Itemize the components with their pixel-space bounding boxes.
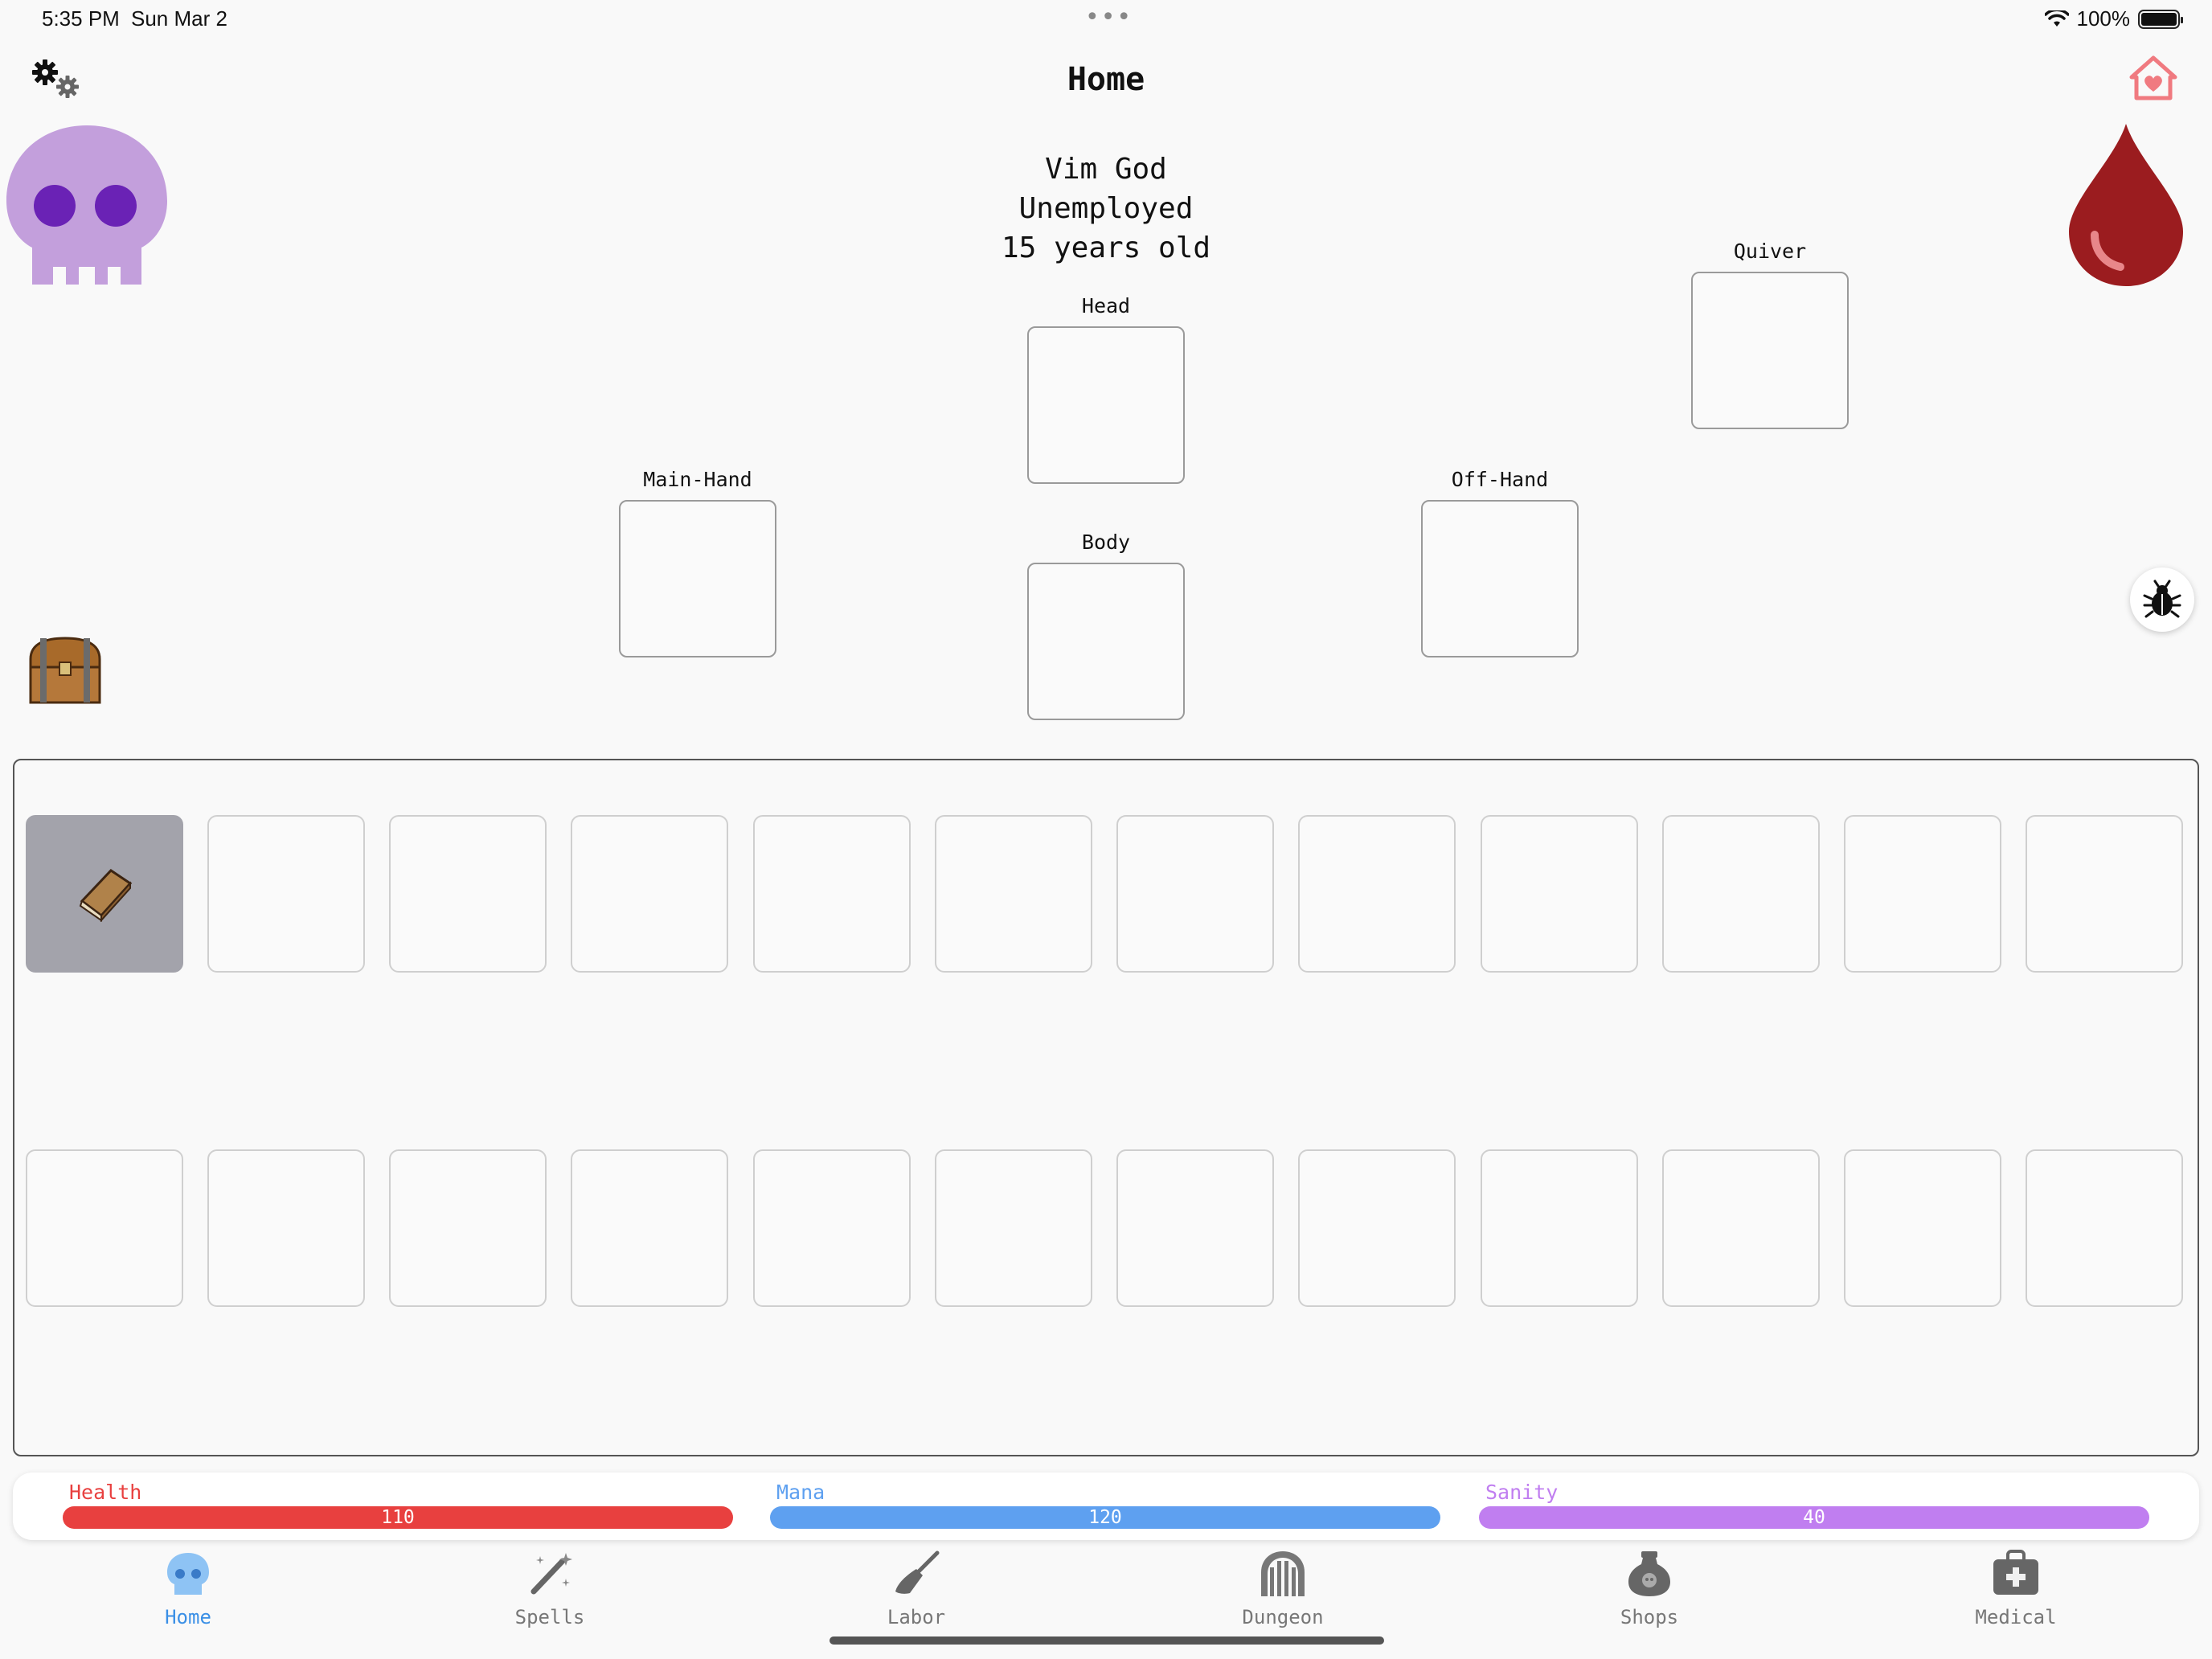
- inventory-slot[interactable]: [753, 1149, 911, 1307]
- inventory-slot[interactable]: [26, 815, 183, 973]
- house-heart-icon[interactable]: [2128, 55, 2178, 101]
- inventory-slot[interactable]: [389, 1149, 547, 1307]
- wifi-icon: [2044, 10, 2069, 27]
- tab-label: Shops: [1620, 1606, 1679, 1628]
- inventory-slot[interactable]: [2026, 1149, 2183, 1307]
- inventory-slot[interactable]: [1662, 815, 1820, 973]
- tab-spells[interactable]: Spells: [429, 1550, 670, 1628]
- player-job: Unemployed: [1018, 192, 1194, 225]
- quiver-slot[interactable]: [1691, 272, 1849, 429]
- inventory-slot[interactable]: [1298, 1149, 1456, 1307]
- tab-label: Dungeon: [1242, 1606, 1324, 1628]
- sanity-label: Sanity: [1485, 1481, 1559, 1504]
- inventory-slot[interactable]: [935, 815, 1092, 973]
- head-slot[interactable]: [1027, 326, 1185, 484]
- inventory-slot[interactable]: [571, 815, 728, 973]
- main-hand-slot-label: Main-Hand: [643, 468, 752, 491]
- tab-medical[interactable]: Medical: [1895, 1550, 2136, 1628]
- inventory-slot[interactable]: [1298, 815, 1456, 973]
- home-indicator[interactable]: [830, 1636, 1384, 1645]
- wand-icon: [530, 1553, 572, 1595]
- inventory-slot[interactable]: [935, 1149, 1092, 1307]
- quiver-slot-label: Quiver: [1733, 240, 1807, 263]
- off-hand-slot-label: Off-Hand: [1451, 468, 1549, 491]
- multitask-dots-icon[interactable]: •••: [1085, 3, 1133, 31]
- body-slot[interactable]: [1027, 563, 1185, 720]
- mana-bar: 120: [770, 1506, 1440, 1529]
- mana-label: Mana: [776, 1481, 825, 1504]
- body-slot-label: Body: [1081, 530, 1131, 554]
- inventory-slot[interactable]: [26, 1149, 183, 1307]
- tab-label: Spells: [514, 1606, 585, 1628]
- debug-button[interactable]: [2130, 567, 2194, 632]
- tab-labor[interactable]: Labor: [796, 1550, 1037, 1628]
- tab-shops[interactable]: Shops: [1529, 1550, 1770, 1628]
- player-name: Vim God: [1045, 153, 1167, 186]
- skull-icon: [167, 1553, 209, 1595]
- inventory-slot[interactable]: [571, 1149, 728, 1307]
- tab-home[interactable]: Home: [68, 1550, 309, 1628]
- player-age: 15 years old: [1001, 231, 1211, 264]
- main-hand-slot[interactable]: [619, 500, 776, 657]
- tab-label: Home: [165, 1606, 211, 1628]
- inventory-slot[interactable]: [1662, 1149, 1820, 1307]
- inventory-slot[interactable]: [1481, 815, 1638, 973]
- inventory-slot[interactable]: [1481, 1149, 1638, 1307]
- status-time: 5:35 PM: [42, 6, 120, 31]
- inventory-slot[interactable]: [2026, 815, 2183, 973]
- inventory-slot[interactable]: [1844, 815, 2001, 973]
- inventory-slot[interactable]: [753, 815, 911, 973]
- treasure-chest-icon[interactable]: [27, 635, 103, 706]
- inventory-slot[interactable]: [1116, 815, 1274, 973]
- broom-icon: [895, 1550, 940, 1594]
- tab-label: Labor: [887, 1606, 946, 1628]
- sanity-bar: 40: [1479, 1506, 2149, 1529]
- off-hand-slot[interactable]: [1421, 500, 1579, 657]
- inventory-slot[interactable]: [1116, 1149, 1274, 1307]
- health-bar: 110: [63, 1506, 733, 1529]
- inventory-slot[interactable]: [1844, 1149, 2001, 1307]
- page-title: Home: [1067, 61, 1145, 98]
- player-info: Vim God Unemployed 15 years old: [0, 150, 2212, 268]
- tab-label: Medical: [1975, 1606, 2057, 1628]
- inventory-slot[interactable]: [207, 815, 365, 973]
- book-icon: [79, 869, 133, 922]
- bug-icon: [2143, 580, 2181, 618]
- head-slot-label: Head: [1081, 294, 1131, 317]
- status-right: 100%: [2044, 6, 2183, 31]
- status-date: Sun Mar 2: [131, 6, 227, 31]
- tab-dungeon[interactable]: Dungeon: [1162, 1550, 1403, 1628]
- battery-percent: 100%: [2076, 6, 2131, 31]
- medkit-icon: [1993, 1550, 2038, 1595]
- health-label: Health: [69, 1481, 142, 1504]
- inventory-slot[interactable]: [389, 815, 547, 973]
- dungeon-gate-icon: [1261, 1551, 1305, 1596]
- battery-icon: [2138, 9, 2183, 29]
- inventory-slot[interactable]: [207, 1149, 365, 1307]
- potion-bag-icon: [1628, 1551, 1670, 1596]
